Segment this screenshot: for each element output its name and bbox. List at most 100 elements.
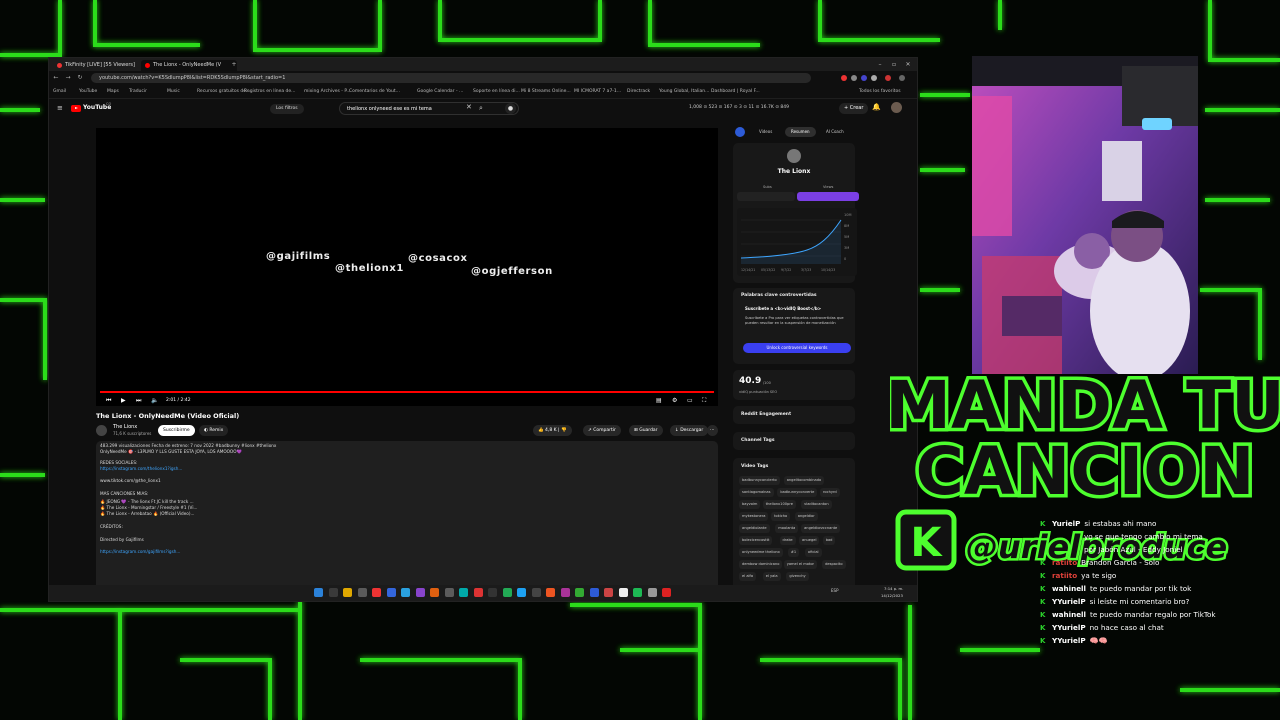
save-button[interactable]: ⊞ Guardar bbox=[629, 425, 663, 436]
video-tag-chip[interactable]: angeldiorzccnante bbox=[801, 524, 841, 533]
video-tag-chip[interactable]: el alfa bbox=[739, 572, 757, 581]
video-tag-chip[interactable]: yamel el motor bbox=[783, 560, 818, 569]
channel-avatar[interactable] bbox=[96, 425, 107, 436]
subtitles-icon[interactable]: ▤ bbox=[656, 396, 662, 406]
taskbar-app-icon[interactable] bbox=[647, 588, 657, 597]
channel-name[interactable]: The Lionx bbox=[113, 424, 137, 430]
play-icon[interactable]: ▶ bbox=[121, 396, 126, 406]
account-avatar[interactable] bbox=[891, 102, 902, 113]
video-tag-chip[interactable]: despacito bbox=[822, 560, 846, 569]
video-tag-chip[interactable]: thelionx100pre bbox=[762, 500, 796, 509]
tab-youtube-video[interactable]: The Lionx - OnlyNeedMe (V bbox=[141, 60, 237, 71]
video-tag-chip[interactable]: badbunnyconverte bbox=[777, 488, 818, 497]
taskbar-app-icon[interactable] bbox=[415, 588, 425, 597]
like-button[interactable]: 👍 4,8 K | 👎 bbox=[533, 425, 572, 436]
tab-ai-coach[interactable]: AI Coach bbox=[820, 127, 850, 137]
hamburger-menu-icon[interactable]: ≡ bbox=[57, 104, 63, 112]
taskbar-app-icon[interactable] bbox=[430, 588, 439, 597]
tab-resumen[interactable]: Resumen bbox=[785, 127, 816, 137]
taskbar-app-icon[interactable] bbox=[386, 588, 396, 597]
taskbar-app-icon[interactable] bbox=[662, 588, 671, 597]
filters-chip[interactable]: Los filtros bbox=[270, 104, 304, 114]
menu-icon[interactable] bbox=[899, 75, 905, 81]
video-tag-chip[interactable]: bolecicencosttt bbox=[739, 536, 773, 545]
video-tag-chip[interactable]: dembow dominicano bbox=[739, 560, 783, 569]
extension-icon[interactable] bbox=[841, 75, 847, 81]
extension-icon[interactable] bbox=[871, 75, 877, 81]
profile-icon[interactable] bbox=[885, 75, 891, 81]
bookmark-item[interactable]: MI ICMORAT 7 a7-1... bbox=[574, 85, 621, 98]
close-window-button[interactable]: ✕ bbox=[901, 58, 915, 71]
bookmark-item[interactable]: Directrack bbox=[627, 85, 650, 98]
taskbar-app-icon[interactable] bbox=[444, 588, 454, 597]
video-tag-chip[interactable]: tokicho bbox=[771, 512, 791, 521]
taskbar-app-icon[interactable] bbox=[314, 588, 323, 597]
bookmark-item[interactable]: Recursos gratuitos de... bbox=[197, 85, 250, 98]
video-tag-chip[interactable]: moolanta bbox=[775, 524, 799, 533]
video-tag-chip[interactable]: drake bbox=[779, 536, 796, 545]
video-tag-chip[interactable]: givenchy bbox=[786, 572, 809, 581]
share-button[interactable]: ↗ Compartir bbox=[583, 425, 621, 436]
taskbar-app-icon[interactable] bbox=[560, 588, 570, 597]
fullscreen-icon[interactable]: ⛶ bbox=[702, 396, 706, 406]
taskbar-app-icon[interactable] bbox=[633, 588, 642, 597]
bookmark-item[interactable]: Google Calendar - ... bbox=[417, 85, 463, 98]
extension-icon[interactable] bbox=[861, 75, 867, 81]
volume-icon[interactable]: 🔈 bbox=[151, 396, 158, 406]
taskbar-app-icon[interactable] bbox=[604, 588, 613, 597]
bookmark-item[interactable]: Gmail bbox=[53, 85, 66, 98]
bookmark-item[interactable]: YouTube bbox=[79, 85, 97, 98]
taskbar-app-icon[interactable] bbox=[372, 588, 381, 597]
video-tag-chip[interactable]: #1 bbox=[787, 548, 800, 557]
taskbar-app-icon[interactable] bbox=[502, 588, 512, 597]
video-tag-chip[interactable]: mykestonera bbox=[739, 512, 769, 521]
theater-mode-icon[interactable]: ▭ bbox=[687, 396, 693, 406]
minimize-button[interactable]: – bbox=[873, 58, 887, 71]
video-tag-chip[interactable]: angeldiolante bbox=[739, 524, 770, 533]
subscribe-button[interactable]: Suscribirme bbox=[158, 425, 195, 436]
bookmark-item[interactable]: Comentarios de Yout... bbox=[349, 85, 400, 98]
description-link[interactable]: https://instagram.com/thelionx1?igsh... bbox=[100, 466, 182, 471]
search-input[interactable]: thelionx onlyneed ese es mi tema bbox=[339, 102, 519, 115]
tab-tikfinity[interactable]: TikFinity [LIVE] [55 Viewers] bbox=[53, 60, 145, 71]
taskbar-app-icon[interactable] bbox=[488, 588, 497, 597]
video-tag-chip[interactable]: oficial bbox=[804, 548, 822, 557]
taskbar-app-icon[interactable] bbox=[575, 588, 584, 597]
taskbar-app-icon[interactable] bbox=[459, 588, 468, 597]
description-link[interactable]: https://instagram.com/gajifilms?igsh... bbox=[100, 549, 180, 554]
bookmark-item[interactable]: Soporte en línea di... bbox=[473, 85, 520, 98]
video-tag-chip[interactable]: badbunnyconcierto bbox=[739, 476, 780, 485]
clear-search-icon[interactable]: ✕ bbox=[466, 103, 472, 111]
url-input[interactable]: youtube.com/watch?v=K5SdlumpP8I&list=RDK… bbox=[91, 73, 811, 83]
video-tag-chip[interactable]: vladitocanton bbox=[801, 500, 832, 509]
bookmark-item[interactable]: Mi 8 Streams Online... bbox=[521, 85, 571, 98]
forward-icon[interactable]: → bbox=[63, 73, 73, 83]
video-progress-bar[interactable] bbox=[100, 391, 714, 393]
notifications-bell-icon[interactable]: 🔔 bbox=[872, 103, 881, 111]
video-description[interactable]: 483.299 visualizaciones Fecha de estreno… bbox=[96, 441, 718, 601]
video-tag-chip[interactable]: anuegel bbox=[799, 536, 820, 545]
video-tag-chip[interactable]: santiagomalnas bbox=[739, 488, 774, 497]
more-actions-icon[interactable]: ⋯ bbox=[707, 425, 718, 436]
tab-videos[interactable]: Videos bbox=[753, 127, 778, 137]
download-button[interactable]: ↓ Descargar bbox=[670, 425, 709, 436]
taskbar-app-icon[interactable] bbox=[328, 588, 338, 597]
subs-toggle[interactable] bbox=[737, 192, 795, 201]
taskbar-app-icon[interactable] bbox=[401, 588, 410, 597]
video-tag-chip[interactable]: angeldior bbox=[794, 512, 818, 521]
maximize-button[interactable]: ▫ bbox=[887, 58, 901, 71]
search-icon[interactable]: ⌕ bbox=[479, 103, 483, 114]
taskbar-app-icon[interactable] bbox=[343, 588, 352, 597]
video-tag-chip[interactable]: el yala bbox=[762, 572, 781, 581]
taskbar-app-icon[interactable] bbox=[473, 588, 483, 597]
video-tag-chip[interactable]: bad bbox=[822, 536, 836, 545]
taskbar-app-icon[interactable] bbox=[618, 588, 628, 597]
bookmark-item[interactable]: Young Global, Italian... bbox=[659, 85, 709, 98]
reddit-engagement-card[interactable]: Reddit Engagement bbox=[733, 406, 855, 424]
remix-button[interactable]: ◐ Remix bbox=[199, 425, 229, 436]
bookmark-item[interactable]: Music bbox=[167, 85, 180, 98]
video-player[interactable]: @gajifilms @thelionx1 @cosacox @ogjeffer… bbox=[96, 128, 718, 406]
taskbar-app-icon[interactable] bbox=[546, 588, 555, 597]
bookmark-item[interactable]: Traducir bbox=[129, 85, 147, 98]
create-button[interactable]: + Crear bbox=[839, 103, 869, 114]
